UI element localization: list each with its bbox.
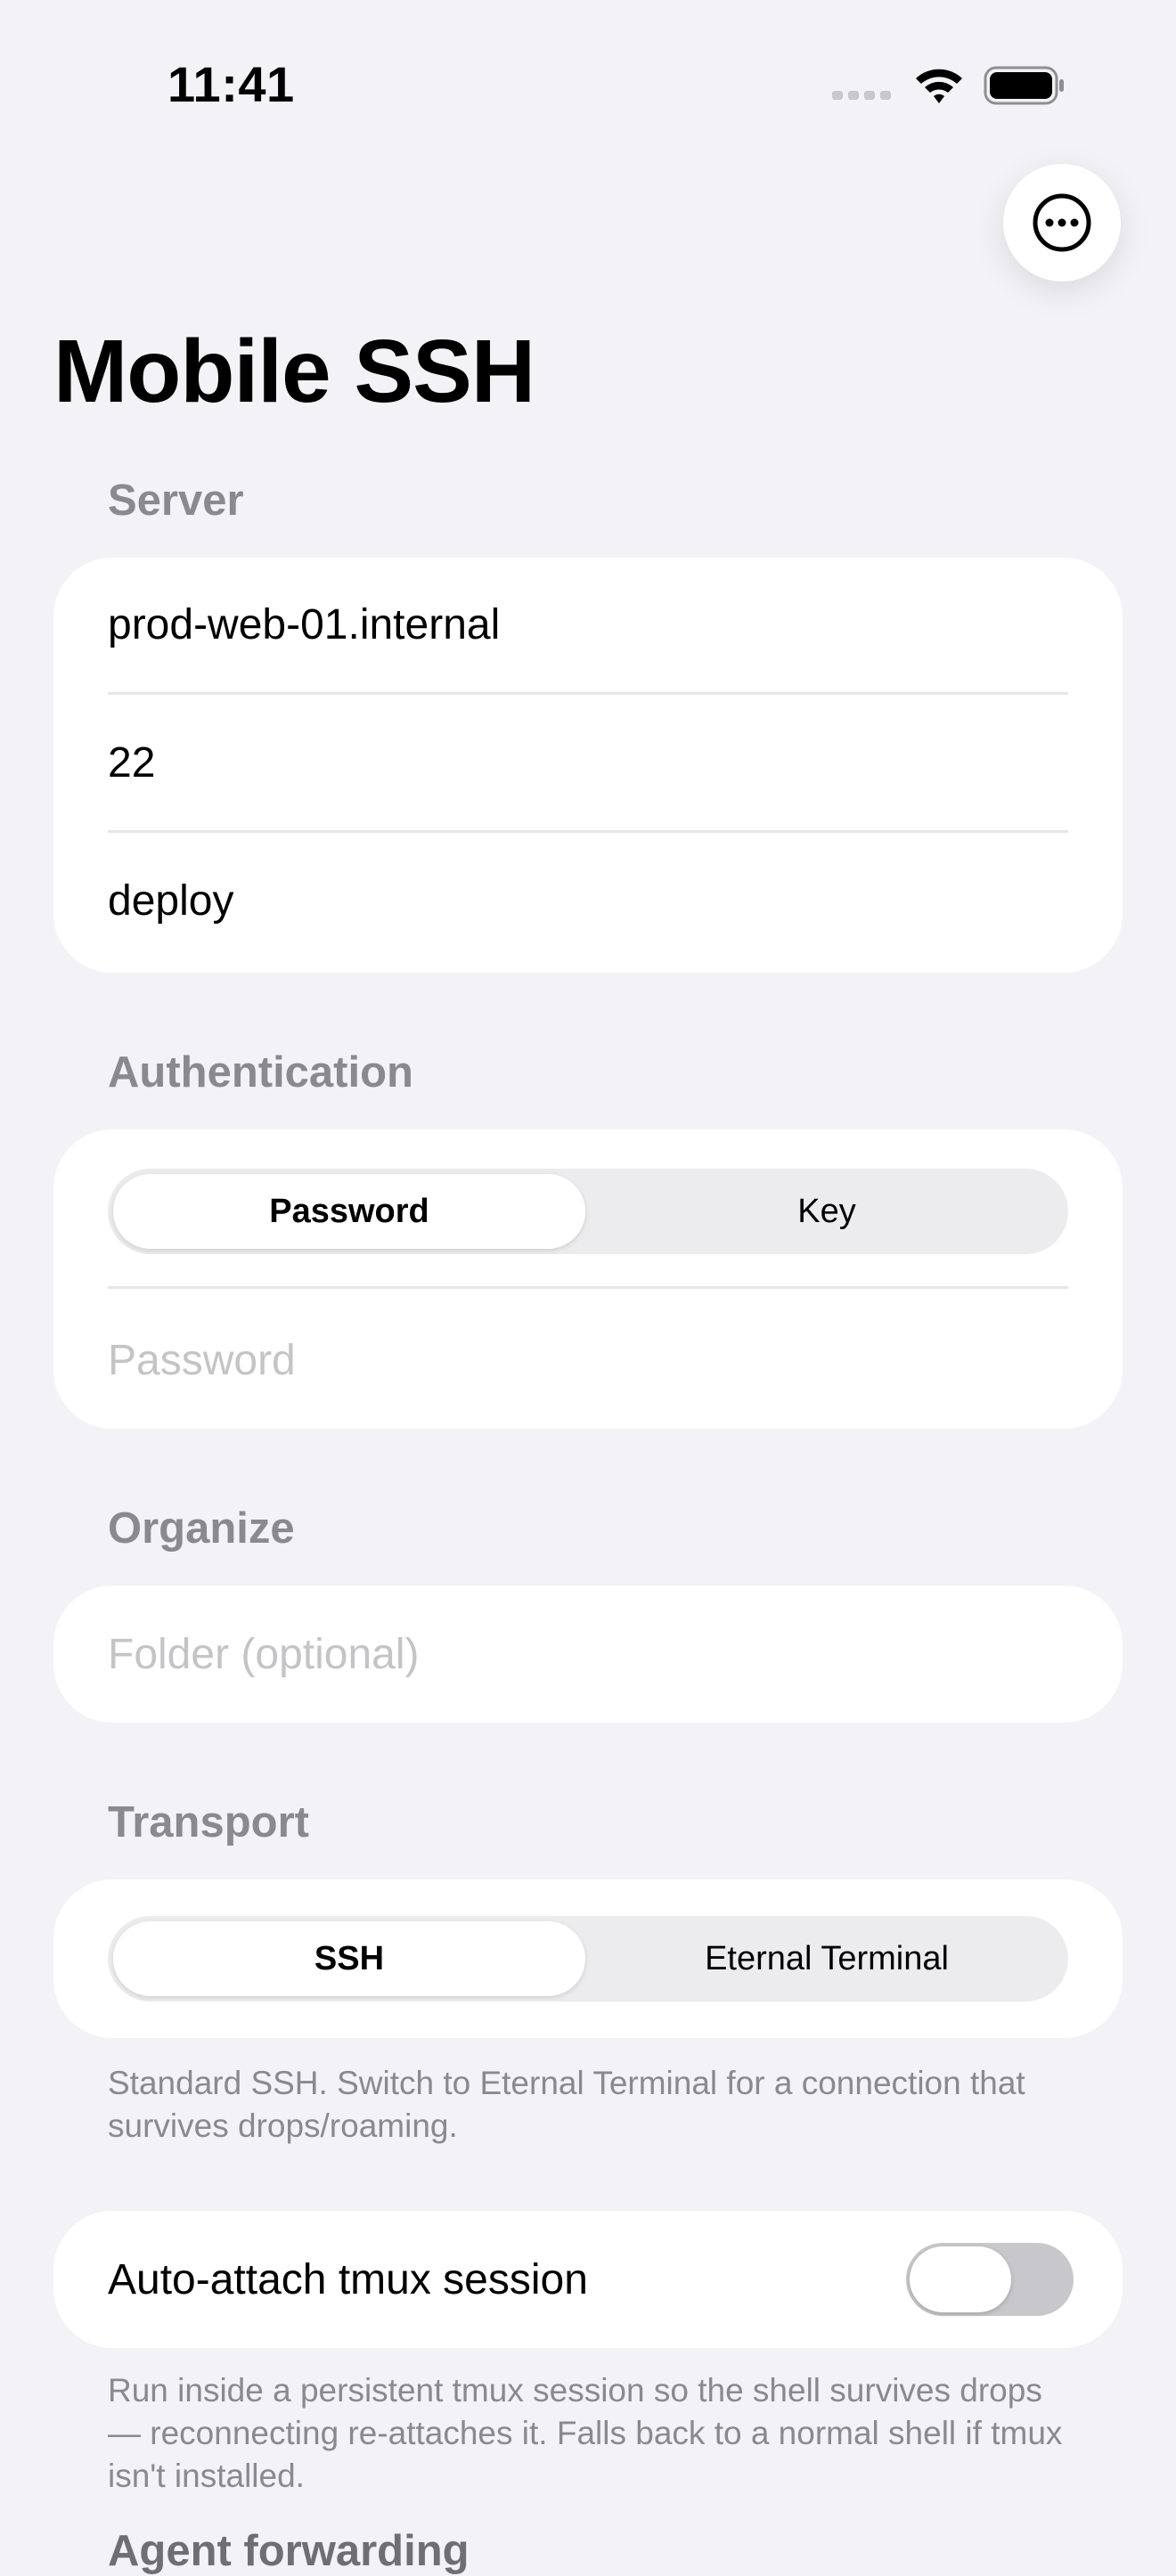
port-field[interactable]: 22 (108, 738, 155, 787)
battery-icon (984, 66, 1064, 105)
cellular-signal-icon (832, 91, 891, 100)
transport-footnote: Standard SSH. Switch to Eternal Terminal… (108, 2065, 1025, 2144)
transport-segmented-control: SSH Eternal Terminal (108, 1916, 1068, 2001)
wifi-icon (916, 69, 962, 103)
tmux-card: Auto-attach tmux session (53, 2211, 1123, 2348)
tmux-toggle-label: Auto-attach tmux session (108, 2256, 588, 2303)
password-field[interactable]: Password (108, 1336, 296, 1385)
transport-option-ssh[interactable]: SSH (113, 1921, 585, 1996)
section-header-authentication: Authentication (108, 1048, 413, 1096)
divider (108, 692, 1068, 695)
organize-card: Folder (optional) (53, 1586, 1123, 1723)
authentication-card: Password Key Password (53, 1129, 1123, 1429)
section-header-server: Server (108, 477, 244, 525)
status-time: 11:41 (167, 56, 295, 112)
folder-field[interactable]: Folder (optional) (108, 1630, 420, 1679)
section-header-transport: Transport (108, 1798, 309, 1846)
username-field[interactable]: deploy (108, 876, 233, 925)
divider (108, 1286, 1068, 1289)
server-card: prod-web-01.internal 22 deploy (53, 558, 1123, 973)
page-title: Mobile SSH (53, 322, 535, 421)
ellipsis-circle-icon (1033, 193, 1091, 252)
more-options-button[interactable] (1003, 164, 1121, 281)
auth-option-key[interactable]: Key (591, 1174, 1063, 1249)
auth-method-segmented-control: Password Key (108, 1169, 1068, 1254)
divider (108, 830, 1068, 833)
transport-card: SSH Eternal Terminal (53, 1879, 1123, 2038)
host-field[interactable]: prod-web-01.internal (108, 600, 500, 649)
section-header-agent-forwarding: Agent forwarding (108, 2527, 470, 2575)
tmux-toggle[interactable] (906, 2243, 1074, 2316)
transport-option-eternal-terminal[interactable]: Eternal Terminal (591, 1921, 1063, 1996)
toggle-knob (910, 2246, 1011, 2312)
tmux-footnote: Run inside a persistent tmux session so … (108, 2372, 1063, 2494)
auth-option-password[interactable]: Password (113, 1174, 585, 1249)
section-header-organize: Organize (108, 1504, 295, 1553)
